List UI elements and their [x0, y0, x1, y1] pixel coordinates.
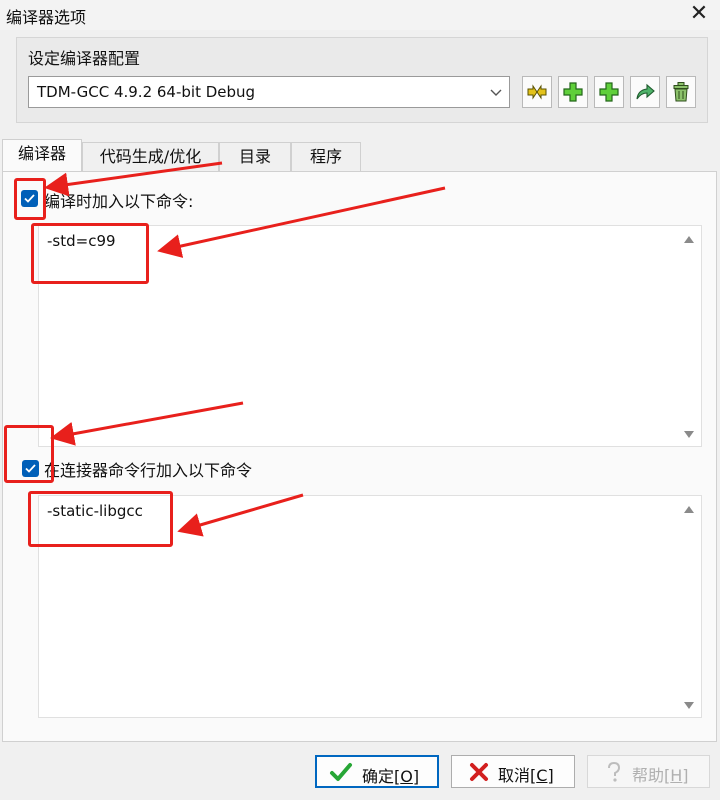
- question-mark-icon: [608, 761, 621, 782]
- window-title: 编译器选项: [6, 8, 87, 27]
- compile-options-label: 编译时加入以下命令:: [44, 192, 194, 211]
- cross-icon: [470, 763, 488, 781]
- config-group-label: 设定编译器配置: [28, 49, 141, 68]
- linker-options-label: 在连接器命令行加入以下命令: [44, 461, 253, 480]
- close-button[interactable]: ✕: [688, 2, 710, 26]
- delete-config-button[interactable]: [666, 76, 696, 108]
- annotation-box-linker-value: [28, 491, 173, 547]
- rename-icon: [527, 84, 547, 100]
- compiler-config-value: TDM-GCC 4.9.2 64-bit Debug: [37, 83, 256, 101]
- delete-config-icon: [673, 82, 689, 102]
- tab-directories[interactable]: 目录: [219, 142, 291, 171]
- rename-config-button[interactable]: [522, 76, 552, 108]
- import-icon: [636, 83, 655, 100]
- compiler-config-select[interactable]: TDM-GCC 4.9.2 64-bit Debug: [28, 76, 510, 108]
- scroll-up-icon[interactable]: [684, 506, 694, 513]
- cancel-button[interactable]: 取消[C]: [451, 755, 575, 788]
- tab-compiler[interactable]: 编译器: [2, 139, 82, 172]
- add-config-icon: [563, 82, 583, 102]
- scroll-up-icon[interactable]: [684, 236, 694, 243]
- cancel-button-label: 取消[C]: [498, 766, 554, 785]
- scroll-down-icon[interactable]: [684, 431, 694, 438]
- chevron-down-icon: [487, 81, 505, 103]
- annotation-box-compile-checkbox: [14, 178, 46, 220]
- add-from-folder-icon: [599, 82, 619, 102]
- add-config-button[interactable]: [558, 76, 588, 108]
- annotation-box-compile-value: [31, 223, 149, 284]
- ok-button-label: 确定[O]: [362, 767, 420, 786]
- help-button-label: 帮助[H]: [632, 766, 689, 785]
- annotation-box-linker-checkbox: [4, 425, 54, 483]
- tab-programs[interactable]: 程序: [291, 142, 361, 171]
- help-button[interactable]: 帮助[H]: [587, 755, 710, 788]
- checkmark-icon: [330, 763, 352, 781]
- linker-options-scrollbar[interactable]: [681, 504, 697, 711]
- scroll-down-icon[interactable]: [684, 702, 694, 709]
- add-config-from-folder-button[interactable]: [594, 76, 624, 108]
- compile-options-scrollbar[interactable]: [681, 234, 697, 440]
- ok-button[interactable]: 确定[O]: [315, 755, 439, 788]
- import-config-button[interactable]: [630, 76, 660, 108]
- tab-codegen-optimization[interactable]: 代码生成/优化: [82, 142, 219, 171]
- title-bar: [0, 0, 720, 30]
